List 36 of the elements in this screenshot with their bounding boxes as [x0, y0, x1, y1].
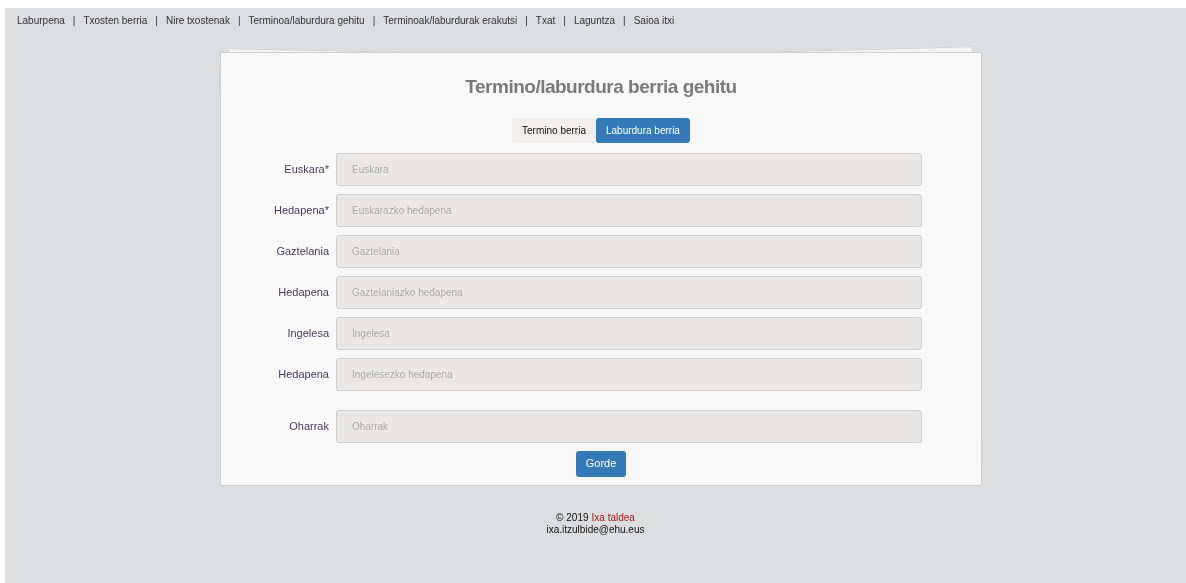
field-label: Oharrak	[288, 418, 330, 434]
input-field[interactable]: Euskara	[336, 152, 922, 186]
tab[interactable]: Laburdura berria	[596, 117, 690, 143]
nav-link[interactable]: Txosten berria	[83, 12, 148, 28]
input-field[interactable]: Oharrak	[336, 409, 922, 443]
nav-link[interactable]: Terminoak/laburdurak erakutsi	[383, 12, 518, 28]
nav-link[interactable]: Laguntza	[573, 12, 616, 28]
copyright-text: © 2019	[556, 512, 589, 524]
nav-separator: |	[236, 13, 242, 28]
nav-link[interactable]: Laburpena	[17, 12, 65, 28]
save-button[interactable]: Gorde	[575, 450, 627, 477]
nav-separator: |	[622, 13, 627, 28]
nav-separator: |	[154, 13, 159, 28]
input-field[interactable]: Gaztelania	[336, 234, 922, 268]
nav-separator: |	[562, 13, 567, 28]
input-field[interactable]: Euskarazko hedapena	[336, 193, 922, 227]
nav-separator: |	[71, 13, 77, 28]
input-field[interactable]: Ingelesezko hedapena	[336, 357, 922, 391]
nav-separator: |	[371, 13, 377, 28]
field-label: Gaztelania	[275, 243, 330, 259]
input-field[interactable]: Ingelesa	[336, 316, 922, 350]
tab[interactable]: Termino berria	[512, 117, 596, 143]
input-field[interactable]: Gaztelaniazko hedapena	[336, 275, 922, 309]
field-label: Hedapena	[277, 284, 330, 300]
contact-email: ixa.itzulbide@ehu.eus	[546, 524, 645, 536]
field-label: Hedapena*	[272, 202, 330, 218]
nav-link[interactable]: Terminoa/laburdura gehitu	[248, 12, 365, 28]
field-label: Ingelesa	[286, 325, 330, 341]
nav-link[interactable]: Txat	[535, 12, 556, 28]
nav-separator: |	[524, 13, 529, 28]
field-label: Euskara*	[283, 161, 330, 177]
form-title: Termino/laburdura berria gehitu	[465, 75, 737, 99]
team-link[interactable]: Ixa taldea	[591, 512, 635, 524]
nav-link[interactable]: Saioa itxi	[633, 12, 675, 28]
field-label: Hedapena	[277, 366, 330, 382]
nav-link[interactable]: Nire txostenak	[165, 12, 230, 28]
